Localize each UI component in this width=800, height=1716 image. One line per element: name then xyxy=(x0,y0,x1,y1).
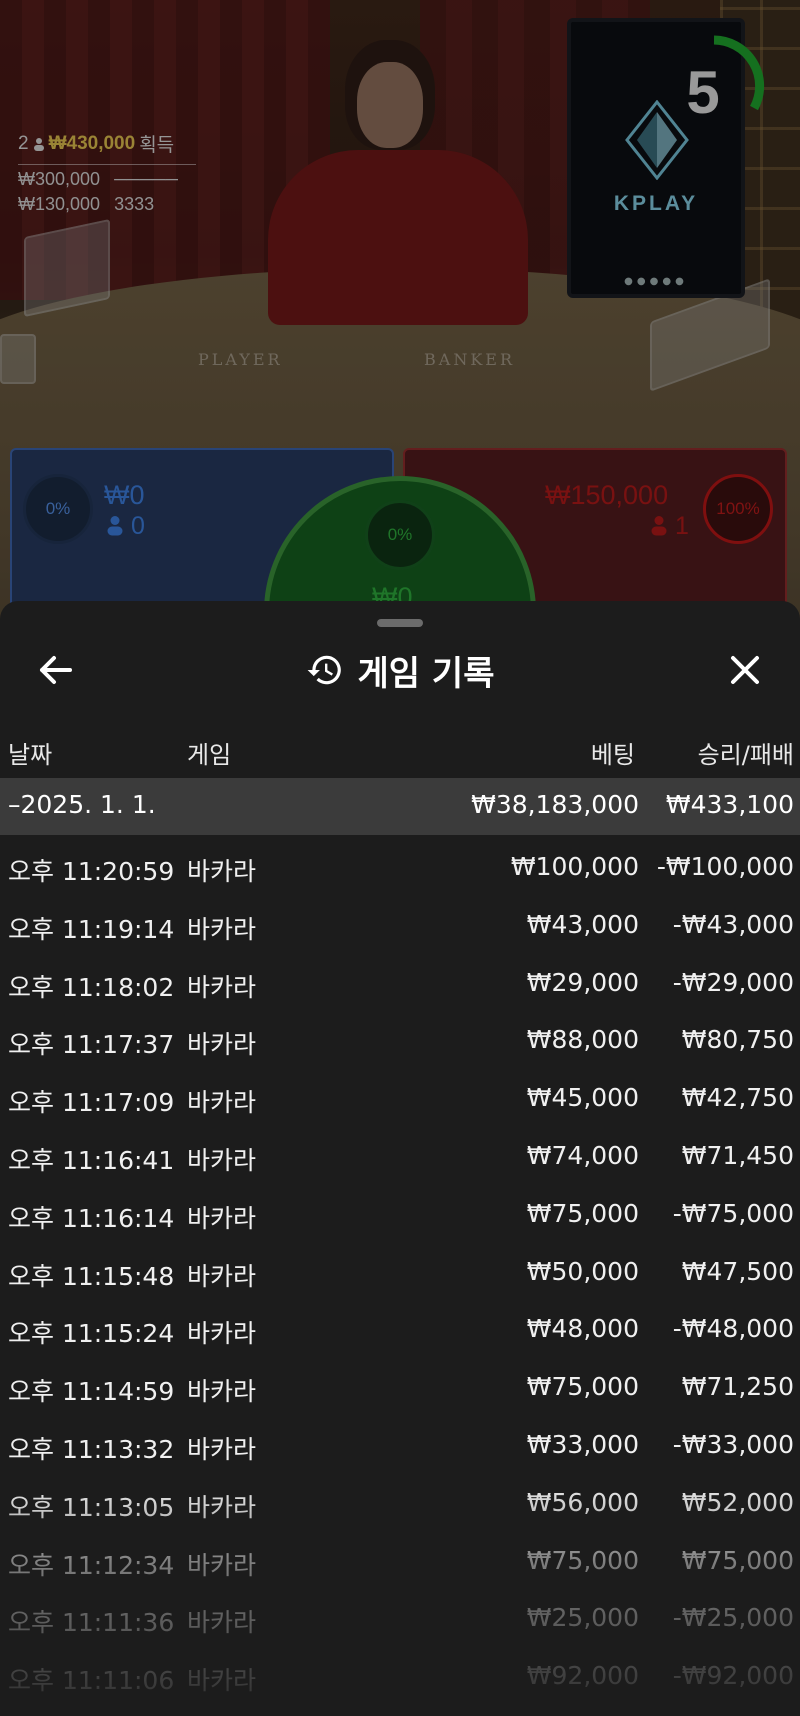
row-game: 바카라 xyxy=(187,1550,257,1580)
history-row[interactable]: 오후 11:14:59 바카라 ₩75,000 ₩71,250 xyxy=(0,1355,800,1413)
row-bet: ₩25,000 xyxy=(526,1603,639,1633)
summary-date: –2025. 1. 1. xyxy=(8,790,156,819)
history-row[interactable]: 오후 11:11:06 바카라 ₩92,000 -₩92,000 xyxy=(0,1644,800,1702)
row-bet: ₩43,000 xyxy=(526,909,639,939)
modal-dim-overlay[interactable] xyxy=(0,0,800,640)
row-time: 오후 11:19:14 xyxy=(8,914,175,944)
row-result: -₩48,000 xyxy=(672,1314,794,1344)
row-bet: ₩92,000 xyxy=(526,1661,639,1691)
sheet-title-group: 게임 기록 xyxy=(0,635,800,705)
history-row[interactable]: 오후 11:20:59 바카라 ₩100,000 -₩100,000 xyxy=(0,835,800,893)
row-game: 바카라 xyxy=(187,1377,257,1407)
row-time: 오후 11:15:48 xyxy=(8,1261,175,1291)
history-row[interactable]: 오후 11:16:41 바카라 ₩74,000 ₩71,450 xyxy=(0,1124,800,1182)
row-game: 바카라 xyxy=(187,1261,257,1291)
history-row[interactable]: 오후 11:18:02 바카라 ₩29,000 -₩29,000 xyxy=(0,951,800,1009)
history-row[interactable]: 오후 11:12:34 바카라 ₩75,000 ₩75,000 xyxy=(0,1529,800,1587)
row-game: 바카라 xyxy=(187,1319,257,1349)
row-result: -₩92,000 xyxy=(672,1661,794,1691)
history-row[interactable]: 오후 11:16:14 바카라 ₩75,000 -₩75,000 xyxy=(0,1182,800,1240)
history-icon xyxy=(307,655,341,685)
row-time: 오후 11:15:24 xyxy=(8,1319,175,1349)
row-bet: ₩45,000 xyxy=(526,1083,639,1113)
row-bet: ₩56,000 xyxy=(526,1487,639,1517)
column-date: 날짜 xyxy=(8,741,53,769)
row-result: ₩52,000 xyxy=(681,1487,794,1517)
row-game: 바카라 xyxy=(187,1088,257,1118)
row-time: 오후 11:13:32 xyxy=(8,1434,175,1464)
game-history-sheet: 게임 기록 날짜 게임 베팅 승리/패배 –2025. 1. 1. ₩38,18… xyxy=(0,601,800,1716)
row-time: 오후 11:17:37 xyxy=(8,1030,175,1060)
row-game: 바카라 xyxy=(187,1492,257,1522)
column-bet: 베팅 xyxy=(590,741,635,769)
row-game: 바카라 xyxy=(187,857,257,886)
row-time: 오후 11:11:06 xyxy=(8,1666,175,1696)
row-time: 오후 11:16:14 xyxy=(8,1203,175,1233)
column-game: 게임 xyxy=(187,741,232,769)
row-result: ₩75,000 xyxy=(681,1545,794,1575)
row-bet: ₩75,000 xyxy=(526,1198,639,1228)
row-bet: ₩48,000 xyxy=(526,1314,639,1344)
row-result: -₩29,000 xyxy=(672,967,794,997)
row-result: -₩33,000 xyxy=(672,1429,794,1459)
arrow-left-icon xyxy=(40,656,72,684)
row-bet: ₩75,000 xyxy=(526,1545,639,1575)
row-game: 바카라 xyxy=(187,1608,257,1638)
row-game: 바카라 xyxy=(187,972,257,1002)
sheet-header: 게임 기록 xyxy=(0,635,800,705)
close-icon xyxy=(731,656,759,684)
back-button[interactable] xyxy=(29,643,83,697)
history-row[interactable]: 오후 11:17:09 바카라 ₩45,000 ₩42,750 xyxy=(0,1066,800,1124)
summary-result: ₩433,100 xyxy=(665,790,794,819)
history-table-header: 날짜 게임 베팅 승리/패배 xyxy=(0,729,800,779)
close-button[interactable] xyxy=(718,643,772,697)
row-bet: ₩88,000 xyxy=(526,1025,639,1055)
row-bet: ₩75,000 xyxy=(526,1372,639,1402)
history-row[interactable]: 오후 11:15:24 바카라 ₩48,000 -₩48,000 xyxy=(0,1297,800,1355)
history-row[interactable]: 오후 11:15:48 바카라 ₩50,000 ₩47,500 xyxy=(0,1240,800,1298)
row-result: ₩71,450 xyxy=(681,1140,794,1170)
row-time: 오후 11:13:05 xyxy=(8,1492,175,1522)
column-result: 승리/패배 xyxy=(697,741,794,769)
row-result: -₩100,000 xyxy=(656,852,794,881)
row-result: ₩42,750 xyxy=(681,1083,794,1113)
row-result: -₩43,000 xyxy=(672,909,794,939)
row-bet: ₩74,000 xyxy=(526,1140,639,1170)
live-video-stream: PLAYER BANKER KPLAY ●●●●● 5 2 ₩430,000 획… xyxy=(0,0,800,640)
row-result: ₩47,500 xyxy=(681,1256,794,1286)
row-time: 오후 11:12:34 xyxy=(8,1550,175,1580)
row-result: ₩71,250 xyxy=(681,1372,794,1402)
row-game: 바카라 xyxy=(187,1030,257,1060)
history-row[interactable]: 오후 11:17:37 바카라 ₩88,000 ₩80,750 xyxy=(0,1008,800,1066)
row-time: 오후 11:16:41 xyxy=(8,1145,175,1175)
row-bet: ₩50,000 xyxy=(526,1256,639,1286)
row-game: 바카라 xyxy=(187,1145,257,1175)
history-row[interactable]: 오후 11:13:05 바카라 ₩56,000 ₩52,000 xyxy=(0,1471,800,1529)
history-rows: 오후 11:20:59 바카라 ₩100,000 -₩100,000 오후 11:19:… xyxy=(0,835,800,1702)
summary-bet: ₩38,183,000 xyxy=(471,790,639,819)
sheet-title: 게임 기록 xyxy=(357,653,495,694)
day-summary-row[interactable]: –2025. 1. 1. ₩38,183,000 ₩433,100 xyxy=(0,778,800,835)
history-row[interactable]: 오후 11:11:36 바카라 ₩25,000 -₩25,000 xyxy=(0,1586,800,1644)
row-result: -₩75,000 xyxy=(672,1198,794,1228)
row-bet: ₩33,000 xyxy=(526,1429,639,1459)
row-result: ₩80,750 xyxy=(681,1025,794,1055)
history-row[interactable]: 오후 11:19:14 바카라 ₩43,000 -₩43,000 xyxy=(0,893,800,951)
row-game: 바카라 xyxy=(187,1203,257,1233)
row-game: 바카라 xyxy=(187,1666,257,1696)
row-time: 오후 11:20:59 xyxy=(8,857,175,886)
sheet-drag-handle[interactable] xyxy=(377,619,423,627)
row-time: 오후 11:18:02 xyxy=(8,972,175,1002)
row-time: 오후 11:11:36 xyxy=(8,1608,175,1638)
row-time: 오후 11:14:59 xyxy=(8,1377,175,1407)
row-result: -₩25,000 xyxy=(672,1603,794,1633)
row-time: 오후 11:17:09 xyxy=(8,1088,175,1118)
row-bet: ₩29,000 xyxy=(526,967,639,997)
row-bet: ₩100,000 xyxy=(510,852,639,881)
row-game: 바카라 xyxy=(187,1434,257,1464)
history-row[interactable]: 오후 11:13:32 바카라 ₩33,000 -₩33,000 xyxy=(0,1413,800,1471)
row-game: 바카라 xyxy=(187,914,257,944)
